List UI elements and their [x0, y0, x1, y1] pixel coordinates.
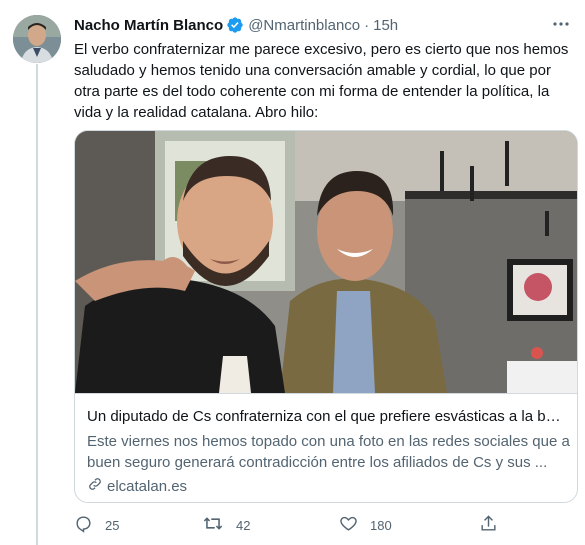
link-card[interactable]: Un diputado de Cs confraterniza con el q… — [74, 130, 578, 503]
share-button[interactable] — [479, 514, 510, 536]
card-domain-row: elcatalan.es — [87, 476, 187, 496]
reply-button[interactable]: 25 — [74, 514, 119, 536]
tweet-header: Nacho Martín Blanco @Nmartinblanco · 15h — [74, 15, 398, 35]
retweet-count: 42 — [236, 517, 251, 533]
thread-line — [36, 64, 38, 545]
retweet-button[interactable]: 42 — [202, 514, 250, 536]
like-icon — [339, 514, 370, 536]
verified-icon — [226, 16, 244, 34]
share-icon — [479, 514, 510, 536]
card-domain[interactable]: elcatalan.es — [107, 478, 187, 495]
like-count: 180 — [370, 517, 392, 533]
reply-count: 25 — [105, 517, 120, 533]
action-bar: 25 42 180 — [74, 514, 514, 538]
card-image[interactable] — [75, 131, 577, 393]
reply-icon — [74, 514, 105, 536]
avatar[interactable] — [13, 15, 61, 63]
more-icon[interactable] — [551, 14, 571, 34]
author-handle[interactable]: @Nmartinblanco — [248, 17, 360, 34]
link-icon — [87, 476, 107, 496]
card-body[interactable]: Un diputado de Cs confraterniza con el q… — [75, 393, 577, 502]
tweet[interactable]: Nacho Martín Blanco @Nmartinblanco · 15h… — [0, 0, 585, 545]
tweet-time[interactable]: 15h — [373, 17, 398, 34]
author-name[interactable]: Nacho Martín Blanco — [74, 17, 223, 34]
retweet-icon — [202, 514, 236, 536]
card-title[interactable]: Un diputado de Cs confraterniza con el q… — [87, 408, 567, 425]
tweet-text: El verbo confraternizar me parece excesi… — [74, 41, 569, 121]
card-description: Este viernes nos hemos topado con una fo… — [87, 433, 570, 471]
separator-dot: · — [364, 16, 370, 34]
like-button[interactable]: 180 — [339, 514, 392, 536]
